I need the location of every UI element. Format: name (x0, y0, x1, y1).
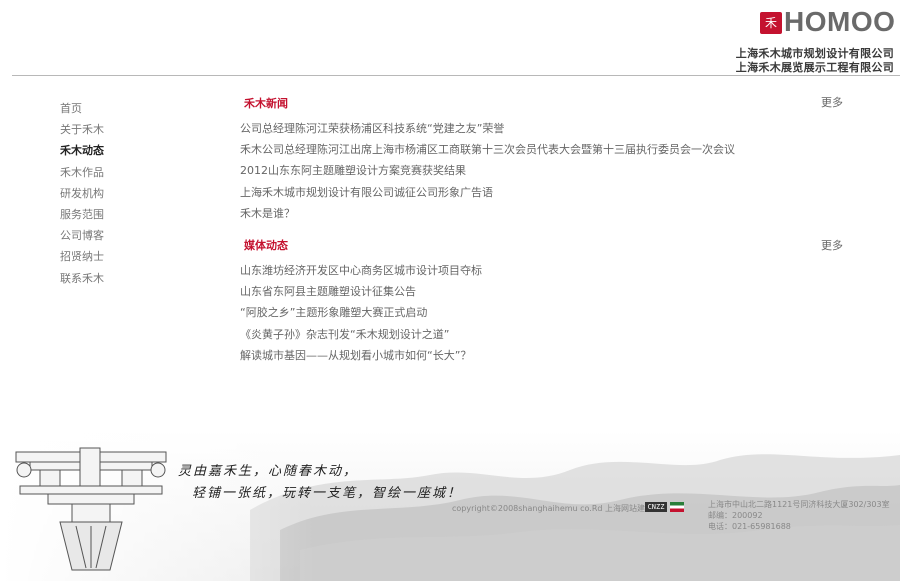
more-link-news[interactable]: 更多 (821, 94, 843, 110)
news-item[interactable]: 2012山东东阿主题雕塑设计方案竞赛获奖结果 (240, 163, 735, 184)
more-link-media[interactable]: 更多 (821, 237, 843, 253)
header-divider (12, 75, 900, 76)
media-item[interactable]: 解读城市基因——从规划看小城市如何“长大”？ (240, 348, 482, 369)
footer-postcode: 邮编：200092 (708, 511, 763, 520)
cnzz-stat-badge[interactable]: CNZZ (645, 502, 667, 512)
footer-address: 上海市中山北二路1121号同济科技大厦302/303室 (708, 500, 890, 509)
footer-slogan-line-2: 轻铺一张纸，玩转一支笔，智绘一座城！ (192, 486, 463, 501)
sidebar-item-blog[interactable]: 公司博客 (60, 228, 104, 249)
media-item[interactable]: 山东潍坊经济开发区中心商务区城市设计项目夺标 (240, 263, 482, 284)
media-item[interactable]: 《炎黄子孙》杂志刊发“禾木规划设计之道” (240, 327, 482, 348)
footer-phone: 电话：021-65981688 (708, 522, 791, 531)
news-list: 公司总经理陈河江荣获杨浦区科技系统“党建之友”荣誉 禾木公司总经理陈河江出席上海… (240, 121, 735, 227)
sidebar-item-research[interactable]: 研发机构 (60, 186, 104, 207)
media-list: 山东潍坊经济开发区中心商务区城市设计项目夺标 山东省东阿县主题雕塑设计征集公告 … (240, 263, 482, 369)
footer-copyright[interactable]: copyright©2008shanghaihemu co.Rd 上海网站建设 (452, 503, 653, 514)
sidebar-item-contact[interactable]: 联系禾木 (60, 271, 104, 292)
flag-icon[interactable] (670, 502, 684, 512)
section-title-media: 媒体动态 (244, 239, 288, 252)
sidebar-item-about[interactable]: 关于禾木 (60, 122, 104, 143)
news-item[interactable]: 禾木是谁？ (240, 206, 735, 227)
sidebar-item-works[interactable]: 禾木作品 (60, 165, 104, 186)
news-item[interactable]: 上海禾木城市规划设计有限公司诚征公司形象广告语 (240, 185, 735, 206)
section-title-news: 禾木新闻 (244, 97, 288, 110)
footer-slogan-line-1: 灵由嘉禾生，心随春木动， (178, 464, 359, 479)
sidebar-item-home[interactable]: 首页 (60, 101, 104, 122)
sidebar-nav: 首页 关于禾木 禾木动态 禾木作品 研发机构 服务范围 公司博客 招贤纳士 联系… (60, 101, 104, 292)
media-item[interactable]: 山东省东阿县主题雕塑设计征集公告 (240, 284, 482, 305)
sidebar-item-jobs[interactable]: 招贤纳士 (60, 249, 104, 270)
news-item[interactable]: 禾木公司总经理陈河江出席上海市杨浦区工商联第十三次会员代表大会暨第十三届执行委员… (240, 142, 735, 163)
sidebar-item-services[interactable]: 服务范围 (60, 207, 104, 228)
company-name-2: 上海禾木展览展示工程有限公司 (735, 61, 894, 74)
logo-mark[interactable]: 禾 (760, 12, 782, 34)
media-item[interactable]: “阿胶之乡”主题形象雕塑大赛正式启动 (240, 305, 482, 326)
news-item[interactable]: 公司总经理陈河江荣获杨浦区科技系统“党建之友”荣誉 (240, 121, 735, 142)
logo-text[interactable]: HOMOO (784, 6, 895, 38)
sidebar-item-news[interactable]: 禾木动态 (60, 143, 104, 164)
